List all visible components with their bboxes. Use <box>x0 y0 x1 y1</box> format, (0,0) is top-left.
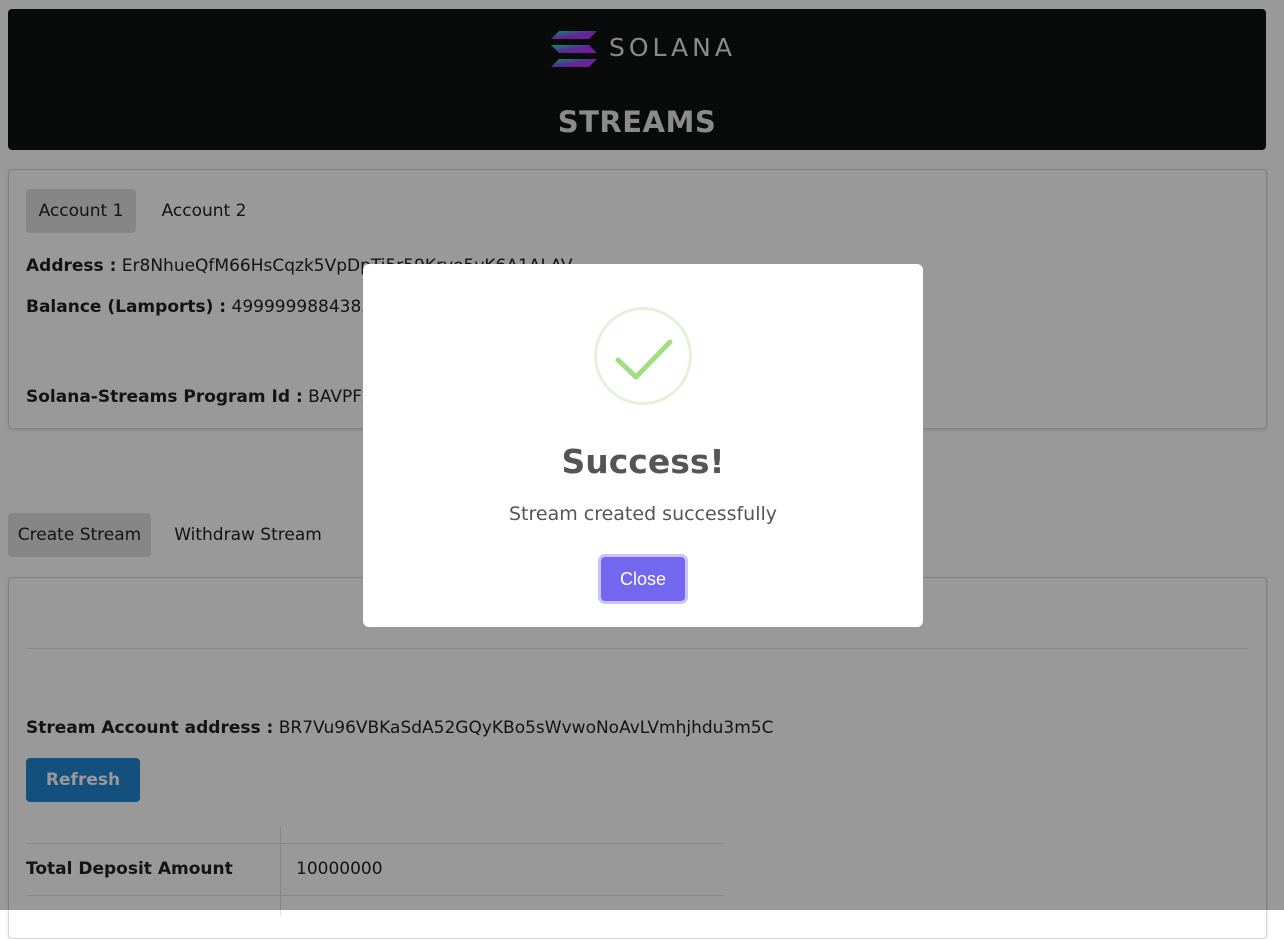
success-dialog: Success! Stream created successfully Clo… <box>363 264 923 627</box>
success-check-icon <box>594 307 692 405</box>
close-button[interactable]: Close <box>601 557 685 601</box>
dialog-title: Success! <box>561 442 725 481</box>
dialog-message: Stream created successfully <box>508 503 778 525</box>
